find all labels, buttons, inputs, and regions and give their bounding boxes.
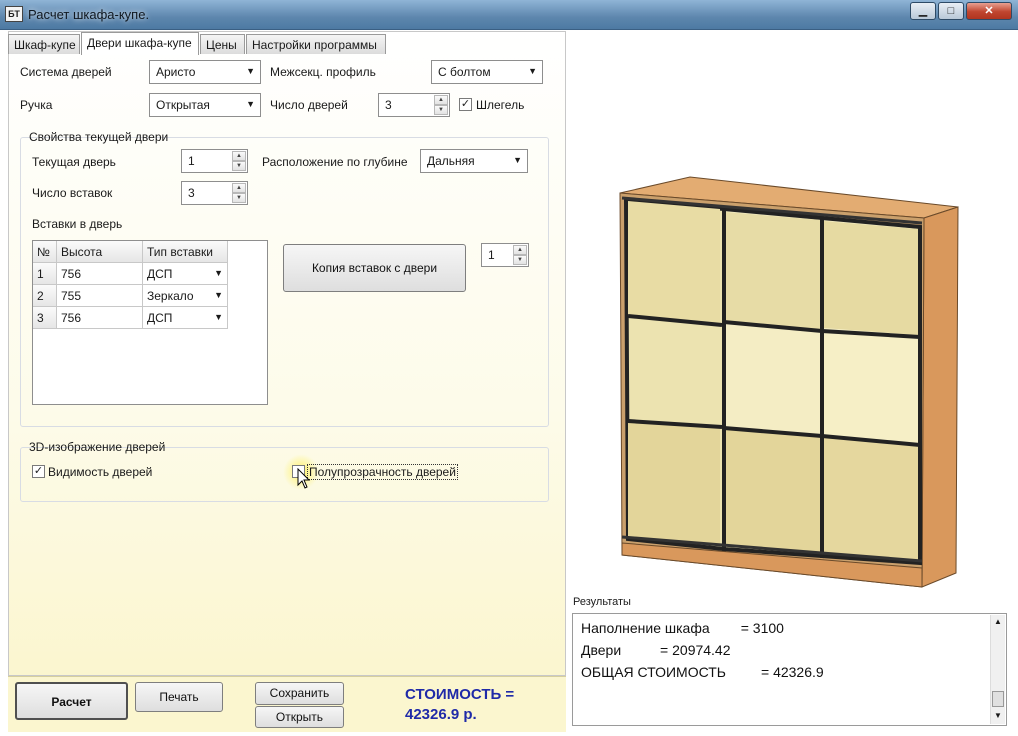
inserts-count-value: 3: [188, 186, 195, 200]
dropdown-arrow-icon: ▼: [214, 290, 223, 300]
grid-row-num: 3: [33, 307, 57, 329]
grid-row-num: 1: [33, 263, 57, 285]
results-box[interactable]: Наполнение шкафа = 3100 Двери = 20974.42…: [572, 613, 1007, 726]
profile-value: С болтом: [438, 65, 491, 79]
total-cost-display: СТОИМОСТЬ = 42326.9 р.: [405, 685, 565, 725]
current-door-value: 1: [188, 154, 195, 168]
spin-down-icon[interactable]: ▼: [513, 255, 527, 265]
door-system-combo[interactable]: Аристо ▼: [149, 60, 261, 84]
window-title: Расчет шкафа-купе.: [28, 7, 150, 22]
inserts-count-label: Число вставок: [32, 186, 113, 200]
grid-row-num: 2: [33, 285, 57, 307]
grid-header-num: №: [33, 241, 57, 263]
wardrobe-side-panel: [921, 206, 959, 588]
depth-label: Расположение по глубине: [262, 155, 408, 169]
door-count-spinner[interactable]: 3 ▲ ▼: [378, 93, 450, 117]
grid-header-type: Тип вставки: [143, 241, 228, 263]
grid-cell-type-value: ДСП: [147, 267, 173, 281]
inserts-label: Вставки в дверь: [32, 217, 123, 231]
copy-inserts-button[interactable]: Копия вставок с двери: [283, 244, 466, 292]
grid-cell-type[interactable]: ДСП ▼: [143, 263, 228, 285]
door-3-insert-1: [824, 221, 918, 335]
doors-visible-checkbox[interactable]: ✓: [32, 465, 45, 478]
spin-up-icon[interactable]: ▲: [434, 95, 448, 105]
door-count-label: Число дверей: [270, 98, 348, 112]
handle-value: Открытая: [156, 98, 210, 112]
tab-doors[interactable]: Двери шкафа-купе: [81, 32, 199, 55]
cost-line-2: 42326.9 р.: [405, 706, 477, 723]
cost-line-1: СТОИМОСТЬ =: [405, 686, 515, 703]
inserts-count-spinner[interactable]: 3 ▲ ▼: [181, 181, 248, 205]
tab-settings[interactable]: Настройки программы: [246, 34, 386, 54]
dropdown-arrow-icon: ▼: [214, 268, 223, 278]
minimize-button[interactable]: ▁: [910, 2, 936, 20]
current-door-label: Текущая дверь: [32, 155, 116, 169]
spin-down-icon[interactable]: ▼: [232, 161, 246, 171]
copy-source-spinner[interactable]: 1 ▲ ▼: [481, 243, 529, 267]
close-button[interactable]: ✕: [966, 2, 1012, 20]
current-door-group-title: Свойства текущей двери: [29, 130, 169, 144]
grid-cell-type-value: Зеркало: [147, 289, 194, 303]
handle-combo[interactable]: Открытая ▼: [149, 93, 261, 117]
results-title: Результаты: [573, 596, 631, 608]
inserts-grid[interactable]: № Высота Тип вставки 1 756 ДСП ▼ 2 755 З…: [32, 240, 268, 405]
copy-source-value: 1: [488, 248, 495, 262]
scroll-thumb[interactable]: [992, 691, 1004, 707]
spin-up-icon[interactable]: ▲: [232, 183, 246, 193]
dropdown-arrow-icon: ▼: [513, 155, 522, 165]
door-2-insert-1: [726, 212, 820, 330]
grid-cell-type[interactable]: ДСП ▼: [143, 307, 228, 329]
scroll-up-icon[interactable]: ▲: [994, 617, 1002, 626]
grid-cell-height[interactable]: 755: [57, 285, 143, 307]
grid-cell-type[interactable]: Зеркало ▼: [143, 285, 228, 307]
grid-cell-height[interactable]: 756: [57, 263, 143, 285]
view3d-group-title: 3D-изображение дверей: [29, 440, 166, 454]
grid-cell-height[interactable]: 756: [57, 307, 143, 329]
profile-label: Межсекц. профиль: [270, 65, 376, 79]
handle-label: Ручка: [20, 98, 53, 112]
title-bar[interactable]: БТ Расчет шкафа-купе. ▁ □ ✕: [0, 0, 1018, 30]
door-1-insert-1: [628, 201, 720, 325]
depth-combo[interactable]: Дальняя ▼: [420, 149, 528, 173]
dropdown-arrow-icon: ▼: [246, 66, 255, 76]
result-line-total: ОБЩАЯ СТОИМОСТЬ = 42326.9: [581, 664, 824, 680]
door-system-value: Аристо: [156, 65, 196, 79]
depth-value: Дальняя: [427, 154, 475, 168]
app-icon: БТ: [5, 6, 23, 22]
dropdown-arrow-icon: ▼: [246, 99, 255, 109]
spin-down-icon[interactable]: ▼: [434, 105, 448, 115]
tab-prices[interactable]: Цены: [200, 34, 245, 54]
spin-up-icon[interactable]: ▲: [513, 245, 527, 255]
door-2-insert-3: [726, 430, 820, 553]
schlegel-checkbox[interactable]: ✓: [459, 98, 472, 111]
maximize-button[interactable]: □: [938, 2, 964, 20]
open-button[interactable]: Открыть: [255, 706, 344, 728]
profile-combo[interactable]: С болтом ▼: [431, 60, 543, 84]
result-line-doors: Двери = 20974.42: [581, 642, 731, 658]
calculate-button[interactable]: Расчет: [15, 682, 128, 720]
spin-up-icon[interactable]: ▲: [232, 151, 246, 161]
schlegel-label: Шлегель: [476, 98, 525, 112]
grid-header-height: Высота: [57, 241, 143, 263]
door-system-label: Система дверей: [20, 65, 112, 79]
results-scrollbar[interactable]: ▲ ▼: [990, 615, 1005, 724]
doors-transparent-label[interactable]: Полупрозрачность дверей: [307, 464, 458, 480]
wardrobe-3d-view[interactable]: [600, 165, 980, 590]
door-count-value: 3: [385, 98, 392, 112]
current-door-spinner[interactable]: 1 ▲ ▼: [181, 149, 248, 173]
dropdown-arrow-icon: ▼: [528, 66, 537, 76]
door-3-insert-3: [824, 437, 918, 560]
print-button[interactable]: Печать: [135, 682, 223, 712]
doors-visible-label: Видимость дверей: [48, 465, 153, 479]
door-1-insert-3: [628, 422, 720, 545]
save-button[interactable]: Сохранить: [255, 682, 344, 705]
dropdown-arrow-icon: ▼: [214, 312, 223, 322]
mouse-cursor-icon: [297, 468, 311, 489]
grid-cell-type-value: ДСП: [147, 311, 173, 325]
scroll-down-icon[interactable]: ▼: [994, 711, 1002, 720]
spin-down-icon[interactable]: ▼: [232, 193, 246, 203]
result-line-filling: Наполнение шкафа = 3100: [581, 620, 784, 636]
tab-bar: Шкаф-купе Двери шкафа-купе Цены Настройк…: [8, 32, 566, 55]
tab-wardrobe[interactable]: Шкаф-купе: [8, 34, 80, 54]
